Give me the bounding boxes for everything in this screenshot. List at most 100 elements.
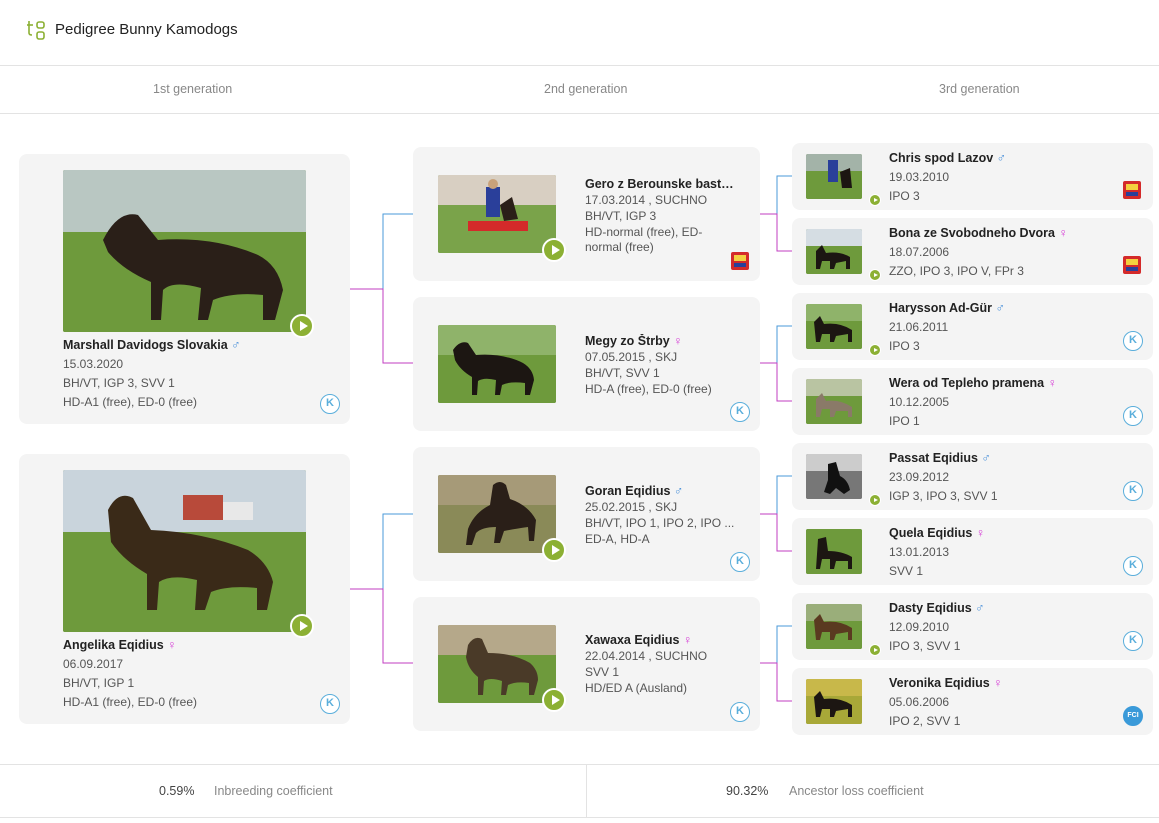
inbreeding-value: 0.59%	[159, 784, 195, 798]
dog-photo[interactable]	[438, 325, 556, 403]
dog-card-dasty[interactable]: Dasty Eqidius ♂ 12.09.2010 IPO 3, SVV 1 …	[792, 593, 1153, 660]
gen-header-3: 3rd generation	[939, 82, 1020, 96]
gen-header-2: 2nd generation	[544, 82, 628, 96]
female-icon: ♀	[1058, 226, 1068, 240]
dog-name[interactable]: Wera od Tepleho pramena ♀	[889, 376, 1119, 390]
kennel-club-icon[interactable]: K	[730, 552, 750, 572]
dog-photo[interactable]	[63, 470, 306, 632]
fci-icon[interactable]: FCI	[1123, 706, 1143, 726]
dog-name[interactable]: Dasty Eqidius ♂	[889, 601, 1119, 615]
dog-health: HD-A1 (free), ED-0 (free)	[63, 395, 198, 409]
dog-photo[interactable]	[806, 379, 862, 424]
dog-card-goran[interactable]: Goran Eqidius ♂ 25.02.2015 , SKJ BH/VT, …	[413, 447, 760, 581]
dog-photo[interactable]	[806, 679, 862, 724]
dog-birthdate: 13.01.2013	[889, 545, 950, 559]
dog-card-wera[interactable]: Wera od Tepleho pramena ♀ 10.12.2005 IPO…	[792, 368, 1153, 435]
kennel-club-icon[interactable]: K	[320, 394, 340, 414]
play-video-icon[interactable]	[542, 688, 566, 712]
dog-titles: IGP 3, IPO 3, SVV 1	[889, 489, 998, 503]
breed-club-flag-icon[interactable]	[1123, 256, 1141, 274]
dog-titles: ZZO, IPO 3, IPO V, FPr 3	[889, 264, 1024, 278]
dog-name[interactable]: Harysson Ad-Gür ♂	[889, 301, 1119, 315]
ancestor-loss-value: 90.32%	[726, 784, 769, 798]
dog-photo[interactable]	[438, 175, 556, 253]
dog-card-megy[interactable]: Megy zo Štrby ♀ 07.05.2015 , SKJ BH/VT, …	[413, 297, 760, 431]
dog-titles: BH/VT, IGP 3, SVV 1	[63, 376, 175, 390]
dog-name[interactable]: Angelika Eqidius ♀	[63, 638, 303, 652]
dog-photo[interactable]	[438, 475, 556, 553]
dog-photo[interactable]	[806, 454, 862, 499]
dog-photo[interactable]	[806, 229, 862, 274]
breed-club-flag-icon[interactable]	[1123, 181, 1141, 199]
kennel-club-icon[interactable]: K	[1123, 406, 1143, 426]
dog-card-xawaxa[interactable]: Xawaxa Eqidius ♀ 22.04.2014 , SUCHNO SVV…	[413, 597, 760, 731]
dog-birthdate: 05.06.2006	[889, 695, 950, 709]
dog-titles: BH/VT, IGP 3	[585, 209, 657, 223]
breed-club-flag-icon[interactable]	[731, 252, 749, 270]
dog-name[interactable]: Bona ze Svobodneho Dvora ♀	[889, 226, 1119, 240]
dog-titles: IPO 1	[889, 414, 920, 428]
dog-name[interactable]: Megy zo Štrby ♀	[585, 334, 745, 348]
dog-photo[interactable]	[63, 170, 306, 332]
kennel-club-icon[interactable]: K	[320, 694, 340, 714]
generation-headers: 1st generation 2nd generation 3rd genera…	[0, 66, 1159, 114]
dog-card-gero[interactable]: Gero z Berounske basty ... 17.03.2014 , …	[413, 147, 760, 281]
play-video-icon[interactable]	[869, 494, 881, 506]
dog-name[interactable]: Passat Eqidius ♂	[889, 451, 1119, 465]
kennel-club-icon[interactable]: K	[1123, 481, 1143, 501]
female-icon: ♀	[673, 334, 683, 348]
dog-health: HD-A (free), ED-0 (free)	[585, 382, 712, 396]
dog-name[interactable]: Xawaxa Eqidius ♀	[585, 633, 745, 647]
dog-birthdate: 21.06.2011	[889, 320, 949, 334]
dog-titles: BH/VT, IPO 1, IPO 2, IPO ...	[585, 516, 735, 530]
play-video-icon[interactable]	[869, 194, 881, 206]
dog-card-veronika[interactable]: Veronika Eqidius ♀ 05.06.2006 IPO 2, SVV…	[792, 668, 1153, 735]
dog-photo[interactable]	[438, 625, 556, 703]
page-title: Pedigree Bunny Kamodogs	[55, 21, 238, 38]
dog-photo[interactable]	[806, 529, 862, 574]
dog-birthdate: 22.04.2014 , SUCHNO	[585, 649, 708, 663]
play-video-icon[interactable]	[542, 538, 566, 562]
play-video-icon[interactable]	[290, 314, 314, 338]
tg-logo-icon[interactable]	[26, 19, 46, 41]
kennel-club-icon[interactable]: K	[730, 402, 750, 422]
dog-health: HD-A1 (free), ED-0 (free)	[63, 695, 198, 709]
male-icon: ♂	[995, 301, 1005, 315]
kennel-club-icon[interactable]: K	[1123, 631, 1143, 651]
female-icon: ♀	[682, 633, 693, 647]
dog-card-chris[interactable]: Chris spod Lazov ♂ 19.03.2010 IPO 3	[792, 143, 1153, 210]
dog-card-passat[interactable]: Passat Eqidius ♂ 23.09.2012 IGP 3, IPO 3…	[792, 443, 1153, 510]
dog-card-marshall[interactable]: Marshall Davidogs Slovakia ♂ 15.03.2020 …	[19, 154, 350, 424]
dog-photo[interactable]	[806, 604, 862, 649]
dog-card-quela[interactable]: Quela Eqidius ♀ 13.01.2013 SVV 1 K	[792, 518, 1153, 585]
dog-birthdate: 07.05.2015 , SKJ	[585, 350, 678, 364]
dog-card-angelika[interactable]: Angelika Eqidius ♀ 06.09.2017 BH/VT, IGP…	[19, 454, 350, 724]
dog-birthdate: 17.03.2014 , SUCHNO	[585, 193, 708, 207]
dog-titles: IPO 3, SVV 1	[889, 639, 961, 653]
dog-name[interactable]: Veronika Eqidius ♀	[889, 676, 1119, 690]
dog-birthdate: 10.12.2005	[889, 395, 950, 409]
play-video-icon[interactable]	[290, 614, 314, 638]
dog-name[interactable]: Chris spod Lazov ♂	[889, 151, 1119, 165]
dog-photo[interactable]	[806, 304, 862, 349]
kennel-club-icon[interactable]: K	[1123, 556, 1143, 576]
male-icon: ♂	[231, 338, 241, 352]
play-video-icon[interactable]	[542, 238, 566, 262]
dog-name[interactable]: Goran Eqidius ♂	[585, 484, 745, 498]
dog-name[interactable]: Gero z Berounske basty ...	[585, 177, 740, 191]
female-icon: ♀	[167, 638, 177, 652]
dog-titles: BH/VT, SVV 1	[585, 366, 660, 380]
dog-card-harysson[interactable]: Harysson Ad-Gür ♂ 21.06.2011 IPO 3 K	[792, 293, 1153, 360]
dog-card-bona[interactable]: Bona ze Svobodneho Dvora ♀ 18.07.2006 ZZ…	[792, 218, 1153, 285]
dog-photo[interactable]	[806, 154, 862, 199]
dog-name[interactable]: Quela Eqidius ♀	[889, 526, 1119, 540]
dog-titles: SVV 1	[585, 665, 620, 679]
play-video-icon[interactable]	[869, 344, 881, 356]
kennel-club-icon[interactable]: K	[730, 702, 750, 722]
play-video-icon[interactable]	[869, 644, 881, 656]
dog-name[interactable]: Marshall Davidogs Slovakia ♂	[63, 338, 303, 352]
dog-birthdate: 19.03.2010	[889, 170, 950, 184]
dog-health: HD-normal (free), ED-normal (free)	[585, 225, 703, 254]
kennel-club-icon[interactable]: K	[1123, 331, 1143, 351]
play-video-icon[interactable]	[869, 269, 881, 281]
